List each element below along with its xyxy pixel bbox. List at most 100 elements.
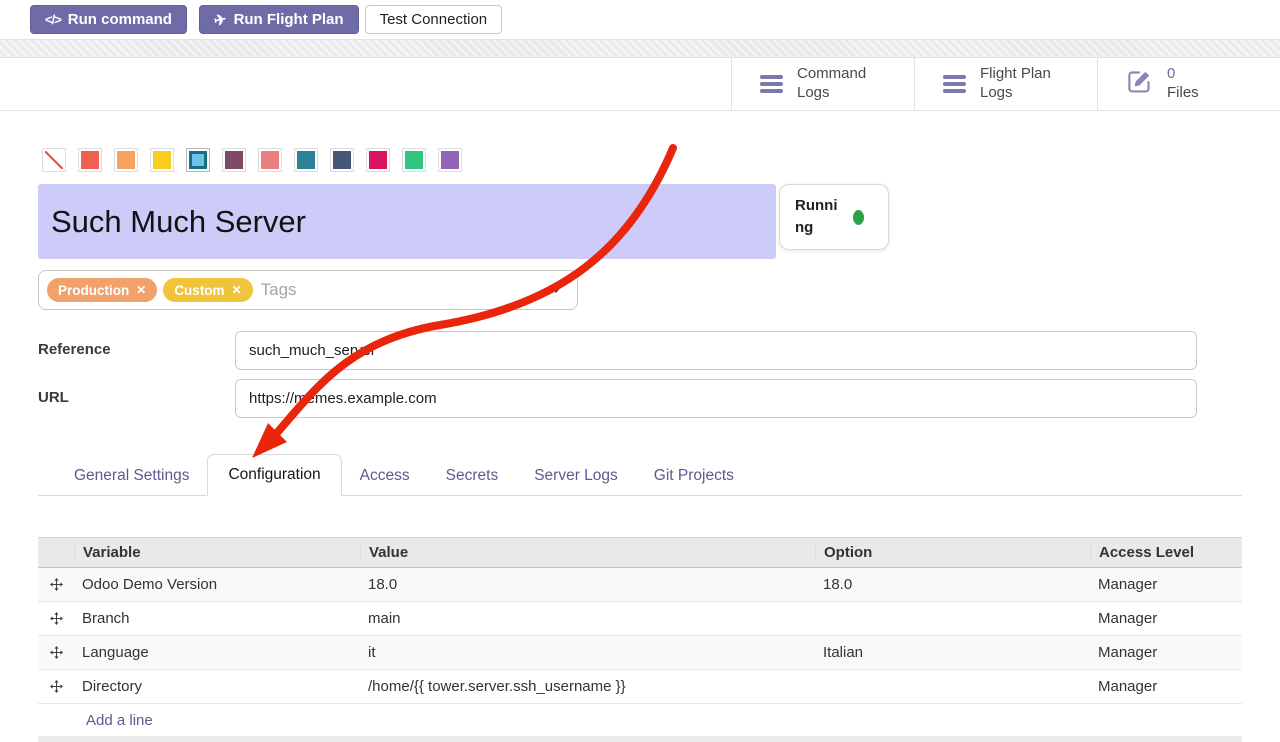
variables-table: Variable Value Option Access Level Odoo … bbox=[38, 537, 1242, 742]
run-flight-plan-button[interactable]: ✈ Run Flight Plan bbox=[199, 5, 359, 34]
move-icon bbox=[50, 646, 63, 659]
table-row[interactable]: Directory /home/{{ tower.server.ssh_user… bbox=[38, 670, 1242, 704]
code-icon: </> bbox=[45, 12, 61, 27]
column-option[interactable]: Option bbox=[815, 544, 1090, 561]
tags-input[interactable]: Production ✕ Custom ✕ Tags bbox=[38, 270, 578, 310]
cell-variable[interactable]: Odoo Demo Version bbox=[74, 576, 360, 593]
drag-handle[interactable] bbox=[38, 578, 74, 591]
run-flight-plan-label: Run Flight Plan bbox=[234, 11, 344, 28]
column-variable[interactable]: Variable bbox=[74, 544, 360, 561]
table-header: Variable Value Option Access Level bbox=[38, 537, 1242, 568]
move-icon bbox=[50, 578, 63, 591]
drag-handle[interactable] bbox=[38, 646, 74, 659]
command-logs-label: Command Logs bbox=[797, 65, 889, 103]
table-row[interactable]: Odoo Demo Version 18.0 18.0 Manager bbox=[38, 568, 1242, 602]
swatch-dark-purple[interactable] bbox=[222, 148, 246, 172]
title-row: Such Much Server Running bbox=[38, 184, 1242, 259]
table-footer-strip bbox=[38, 737, 1242, 742]
tab-secrets[interactable]: Secrets bbox=[428, 457, 517, 495]
move-icon bbox=[50, 612, 63, 625]
cell-option[interactable]: Italian bbox=[815, 644, 1090, 661]
table-row[interactable]: Language it Italian Manager bbox=[38, 636, 1242, 670]
plane-icon: ✈ bbox=[212, 9, 228, 29]
swatch-no-color[interactable] bbox=[42, 148, 66, 172]
command-logs-button[interactable]: Command Logs bbox=[731, 58, 914, 110]
reference-input[interactable] bbox=[235, 331, 1197, 370]
test-connection-button[interactable]: Test Connection bbox=[365, 5, 503, 34]
cell-access-level[interactable]: Manager bbox=[1090, 576, 1242, 593]
files-count-label: 0 Files bbox=[1167, 65, 1259, 103]
test-connection-label: Test Connection bbox=[380, 11, 488, 28]
edit-icon bbox=[1126, 68, 1153, 100]
status-dot-icon bbox=[853, 210, 864, 225]
swatch-orange[interactable] bbox=[114, 148, 138, 172]
top-toolbar: </> Run command ✈ Run Flight Plan Test C… bbox=[0, 0, 1280, 39]
swatch-red[interactable] bbox=[78, 148, 102, 172]
tag-production: Production ✕ bbox=[47, 278, 157, 302]
cell-variable[interactable]: Branch bbox=[74, 610, 360, 627]
chevron-down-icon[interactable] bbox=[551, 287, 561, 293]
add-a-line-link[interactable]: Add a line bbox=[38, 704, 1242, 737]
tag-label: Production bbox=[58, 283, 129, 298]
cell-value[interactable]: 18.0 bbox=[360, 576, 815, 593]
tag-label: Custom bbox=[174, 283, 224, 298]
remove-tag-icon[interactable]: ✕ bbox=[136, 283, 146, 297]
color-picker bbox=[42, 148, 1242, 172]
swatch-navy[interactable] bbox=[330, 148, 354, 172]
files-count: 0 bbox=[1167, 65, 1175, 82]
page-title: Such Much Server bbox=[51, 204, 306, 240]
form-header: Command Logs Flight Plan Logs 0 Files bbox=[0, 58, 1280, 111]
files-button[interactable]: 0 Files bbox=[1097, 58, 1280, 110]
tab-configuration[interactable]: Configuration bbox=[207, 454, 341, 496]
hatched-band bbox=[0, 39, 1280, 58]
flight-plan-logs-label: Flight Plan Logs bbox=[980, 65, 1072, 103]
drag-handle[interactable] bbox=[38, 680, 74, 693]
url-input[interactable] bbox=[235, 379, 1197, 418]
table-row[interactable]: Branch main Manager bbox=[38, 602, 1242, 636]
swatch-light-blue-selected[interactable] bbox=[186, 148, 210, 172]
run-command-label: Run command bbox=[68, 11, 172, 28]
files-label: Files bbox=[1167, 84, 1199, 101]
table-body: Odoo Demo Version 18.0 18.0 Manager Bran… bbox=[38, 568, 1242, 704]
server-name-field[interactable]: Such Much Server bbox=[38, 184, 776, 259]
flight-plan-logs-button[interactable]: Flight Plan Logs bbox=[914, 58, 1097, 110]
swatch-green[interactable] bbox=[402, 148, 426, 172]
cell-variable[interactable]: Directory bbox=[74, 678, 360, 695]
reference-label: Reference bbox=[38, 331, 235, 358]
cell-variable[interactable]: Language bbox=[74, 644, 360, 661]
menu-icon bbox=[760, 75, 783, 93]
remove-tag-icon[interactable]: ✕ bbox=[232, 283, 242, 297]
run-command-button[interactable]: </> Run command bbox=[30, 5, 187, 34]
tab-access[interactable]: Access bbox=[342, 457, 428, 495]
column-access-level[interactable]: Access Level bbox=[1090, 544, 1242, 561]
swatch-teal[interactable] bbox=[294, 148, 318, 172]
tag-custom: Custom ✕ bbox=[163, 278, 252, 302]
cell-value[interactable]: /home/{{ tower.server.ssh_username }} bbox=[360, 678, 815, 695]
swatch-yellow[interactable] bbox=[150, 148, 174, 172]
swatch-purple[interactable] bbox=[438, 148, 462, 172]
reference-row: Reference bbox=[38, 331, 1242, 370]
status-badge[interactable]: Running bbox=[779, 184, 889, 250]
url-row: URL bbox=[38, 379, 1242, 418]
cell-access-level[interactable]: Manager bbox=[1090, 610, 1242, 627]
server-form: Reference URL bbox=[38, 331, 1242, 418]
notebook-tabs: General Settings Configuration Access Se… bbox=[38, 454, 1242, 496]
column-value[interactable]: Value bbox=[360, 544, 815, 561]
tab-general-settings[interactable]: General Settings bbox=[56, 457, 207, 495]
drag-handle[interactable] bbox=[38, 612, 74, 625]
move-icon bbox=[50, 680, 63, 693]
main-content: Such Much Server Running Production ✕ Cu… bbox=[0, 148, 1280, 742]
tags-placeholder: Tags bbox=[261, 280, 297, 300]
url-label: URL bbox=[38, 379, 235, 406]
swatch-crimson[interactable] bbox=[366, 148, 390, 172]
swatch-salmon[interactable] bbox=[258, 148, 282, 172]
menu-icon bbox=[943, 75, 966, 93]
cell-value[interactable]: it bbox=[360, 644, 815, 661]
cell-option[interactable]: 18.0 bbox=[815, 576, 1090, 593]
tab-server-logs[interactable]: Server Logs bbox=[516, 457, 636, 495]
cell-value[interactable]: main bbox=[360, 610, 815, 627]
cell-access-level[interactable]: Manager bbox=[1090, 644, 1242, 661]
tab-git-projects[interactable]: Git Projects bbox=[636, 457, 752, 495]
status-label: Running bbox=[795, 195, 841, 239]
cell-access-level[interactable]: Manager bbox=[1090, 678, 1242, 695]
